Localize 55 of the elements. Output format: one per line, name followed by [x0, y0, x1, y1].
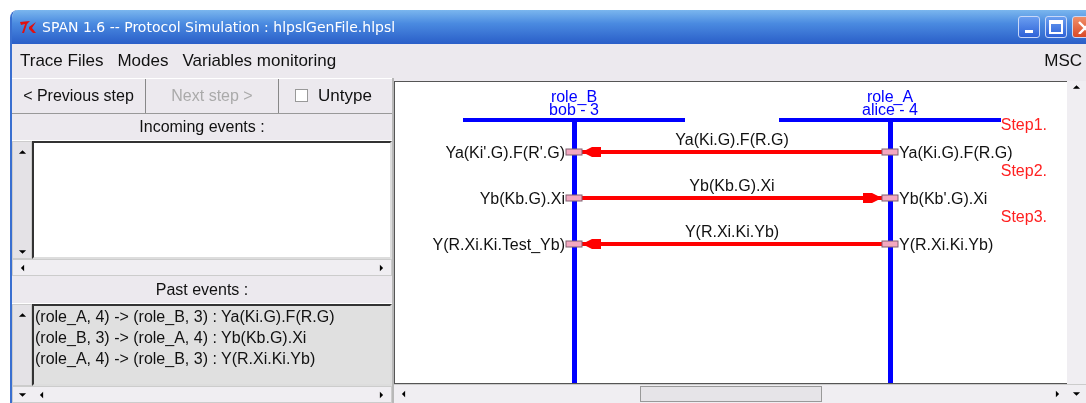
step-label: Step3.	[1000, 208, 1047, 225]
menu-item[interactable]: Variables monitoring	[182, 51, 337, 71]
term-label: Ya(Ki'.G).F(R'.G)	[445, 144, 565, 161]
maximize-icon	[1049, 20, 1063, 34]
horizontal-scrollbar[interactable]	[12, 259, 392, 277]
term-label: Ya(Ki.G).F(R.G)	[899, 144, 1013, 161]
scroll-right-icon[interactable]	[1053, 390, 1062, 398]
horizontal-scrollbar[interactable]	[12, 386, 392, 403]
anchor-marker	[881, 240, 899, 248]
message-label: Y(R.Xi.Ki.Yb)	[684, 223, 780, 240]
anchor-marker	[565, 240, 583, 248]
checkbox-label: Untype	[318, 85, 372, 106]
scroll-down-icon[interactable]	[17, 248, 27, 257]
scroll-right-icon[interactable]	[377, 390, 386, 399]
anchor-marker	[881, 194, 899, 202]
minimize-button[interactable]	[1018, 16, 1040, 38]
term-label: Y(R.Xi.Ki.Yb)	[899, 236, 994, 253]
scroll-up-icon[interactable]	[17, 148, 27, 157]
event-entry[interactable]: (role_B, 3) -> (role_A, 4) : Yb(Kb.G).Xi	[35, 327, 390, 349]
vertical-scrollbar[interactable]	[1067, 81, 1086, 384]
step-label: Step2.	[1000, 162, 1047, 179]
anchor-marker	[565, 194, 583, 202]
message-label: Ya(Ki.G).F(R.G)	[675, 131, 789, 148]
menu-item[interactable]: Modes	[117, 51, 169, 71]
scroll-left-icon[interactable]	[399, 390, 408, 398]
feather-icon	[18, 19, 38, 35]
anchor-marker	[565, 148, 583, 156]
step-label: Step1.	[1000, 116, 1047, 133]
vertical-scrollbar[interactable]	[12, 304, 32, 387]
scroll-down-icon[interactable]	[18, 390, 27, 399]
event-entry[interactable]: (role_A, 4) -> (role_B, 3) : Ya(Ki.G).F(R.G)	[35, 306, 390, 328]
close-icon	[1077, 20, 1086, 34]
term-label: Yb(Kb'.G).Xi	[899, 190, 988, 207]
minimize-icon	[1025, 29, 1033, 33]
scroll-left-icon[interactable]	[37, 390, 46, 399]
scroll-up-icon[interactable]	[1072, 83, 1081, 91]
past-events-list[interactable]: (role_A, 4) -> (role_B, 3) : Ya(Ki.G).F(R.G) (role_B, 3) -> (role_A, 4) : Yb(Kb.G).Xi (role_A, 4) -> (role_B, 3) : Y(R.Xi.Ki.Yb)	[32, 304, 392, 387]
term-label: Y(R.Xi.Ki.Test_Yb)	[432, 236, 565, 253]
term-label: Yb(Kb.G).Xi	[479, 190, 565, 207]
scroll-right-icon[interactable]	[377, 263, 386, 272]
incoming-events-list[interactable]	[32, 141, 392, 260]
horizontal-scrollbar[interactable]	[394, 384, 1086, 403]
event-entry[interactable]: (role_A, 4) -> (role_B, 3) : Y(R.Xi.Ki.Yb)	[35, 348, 390, 370]
scroll-down-icon[interactable]	[1072, 390, 1081, 398]
scroll-up-icon[interactable]	[17, 311, 27, 320]
untype-checkbox[interactable]	[295, 89, 308, 103]
window-title: SPAN 1.6 -- Protocol Simulation : hlpslGenFile.hlpsl	[42, 19, 396, 35]
vertical-scrollbar[interactable]	[12, 141, 32, 260]
scrollbar-thumb[interactable]	[639, 386, 822, 402]
maximize-button[interactable]	[1045, 16, 1067, 38]
menu-item[interactable]: Trace Files	[20, 51, 104, 71]
anchor-marker	[881, 148, 899, 156]
message-label: Yb(Kb.G).Xi	[689, 177, 775, 194]
scroll-left-icon[interactable]	[18, 263, 27, 272]
menu-item[interactable]: MSC	[1044, 51, 1082, 71]
